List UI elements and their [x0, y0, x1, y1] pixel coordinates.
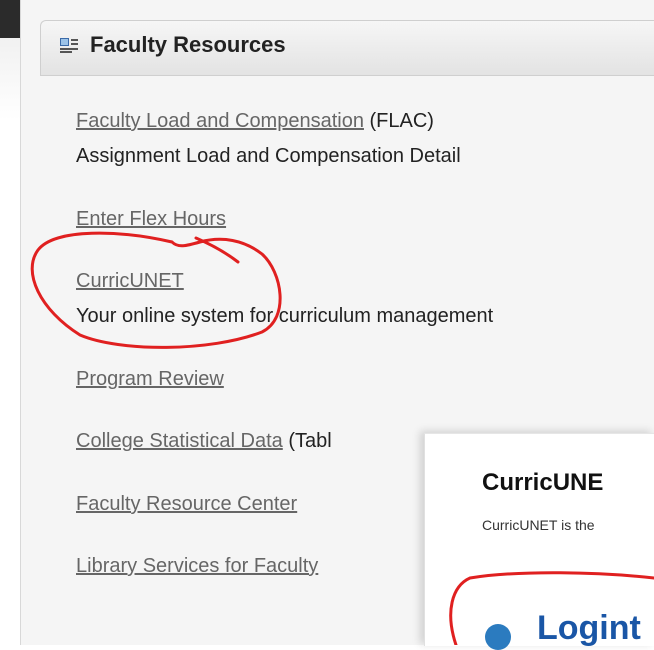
list-icon — [60, 38, 78, 53]
item-flac: Faculty Load and Compensation (FLAC) — [76, 110, 434, 133]
curricunet-link[interactable]: CurricUNET — [76, 270, 184, 292]
flex-hours-link[interactable]: Enter Flex Hours — [76, 208, 226, 230]
flac-link[interactable]: Faculty Load and Compensation — [76, 110, 364, 132]
item-resource-center: Faculty Resource Center — [76, 493, 297, 516]
curricunet-popup: CurricUNE CurricUNET is the Logint — [424, 433, 654, 650]
resource-center-link[interactable]: Faculty Resource Center — [76, 493, 297, 515]
item-library-services: Library Services for Faculty — [76, 555, 318, 578]
curricunet-description: Your online system for curriculum manage… — [76, 305, 494, 327]
program-review-link[interactable]: Program Review — [76, 368, 224, 390]
item-curricunet: CurricUNET — [76, 270, 184, 293]
page-background — [0, 38, 20, 120]
statistical-data-link[interactable]: College Statistical Data — [76, 430, 283, 452]
panel-title: Faculty Resources — [90, 32, 286, 57]
item-program-review: Program Review — [76, 368, 224, 391]
flac-suffix: (FLAC) — [363, 110, 434, 132]
panel-heading: Faculty Resources — [40, 0, 654, 76]
globe-icon — [485, 624, 511, 650]
popup-login-link[interactable]: Logint — [537, 609, 641, 648]
item-statistical-data: College Statistical Data (Tabl — [76, 430, 332, 453]
popup-text: CurricUNET is the — [482, 517, 595, 533]
library-services-link[interactable]: Library Services for Faculty — [76, 555, 318, 577]
flac-description: Assignment Load and Compensation Detail — [76, 145, 461, 167]
item-flex-hours: Enter Flex Hours — [76, 208, 226, 231]
statistical-data-suffix: (Tabl — [282, 430, 332, 452]
popup-title: CurricUNE — [482, 469, 604, 496]
